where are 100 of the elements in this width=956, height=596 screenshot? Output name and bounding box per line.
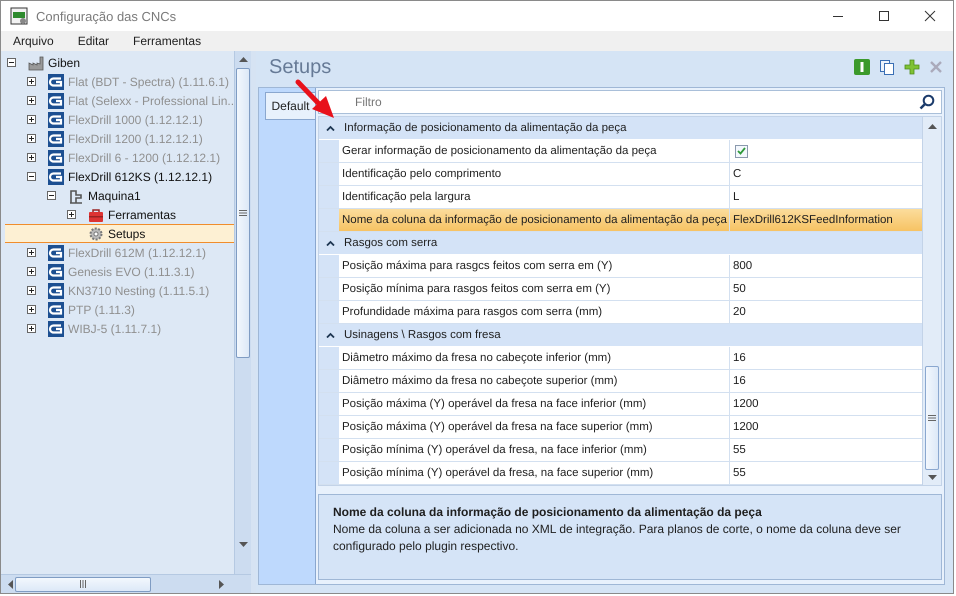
property-value[interactable]: 55 bbox=[730, 462, 922, 484]
machine-logo-icon bbox=[48, 168, 64, 184]
machine-logo-icon bbox=[48, 320, 64, 336]
property-value[interactable]: 1200 bbox=[730, 416, 922, 438]
property-value[interactable]: FlexDrill612KSFeedInformation bbox=[730, 209, 922, 231]
machine-logo-icon bbox=[48, 150, 64, 166]
search-icon[interactable] bbox=[919, 94, 935, 110]
horizontal-scrollbar[interactable] bbox=[1, 574, 251, 593]
expand-toggle[interactable] bbox=[27, 248, 36, 257]
property-value[interactable]: C bbox=[730, 163, 922, 185]
category-header[interactable]: Usinagens \ Rasgos com fresa bbox=[319, 324, 922, 347]
property-value[interactable]: 16 bbox=[730, 347, 922, 369]
category-title: Informação de posicionamento da alimentação da peça bbox=[344, 122, 627, 134]
property-value[interactable]: 16 bbox=[730, 370, 922, 392]
vertical-scrollbar[interactable] bbox=[234, 51, 251, 574]
expand-toggle[interactable] bbox=[67, 210, 76, 219]
property-value[interactable]: 1200 bbox=[730, 393, 922, 415]
property-row[interactable]: Diâmetro máximo da fresa no cabeçote inferior (mm) 16 bbox=[319, 347, 922, 370]
tree-item[interactable]: Ferramentas bbox=[108, 208, 176, 222]
property-row[interactable]: Posição máxima para rasgcs feitos com serra em (Y) 800 bbox=[319, 255, 922, 278]
expand-toggle[interactable] bbox=[27, 153, 36, 162]
property-row[interactable]: Gerar informação de posicionamento da alimentação da peça bbox=[319, 140, 922, 163]
gear-icon bbox=[88, 226, 104, 242]
property-row[interactable]: Diâmetro máximo da fresa no cabeçote superior (mm) 16 bbox=[319, 370, 922, 393]
property-row[interactable]: Posição mínima (Y) operável da fresa, na face inferior (mm) 55 bbox=[319, 439, 922, 462]
property-name: Diâmetro máximo da fresa no cabeçote superior (mm) bbox=[339, 370, 730, 392]
window-title: Configuração das CNCs bbox=[36, 8, 178, 24]
tree-item[interactable]: Setups bbox=[108, 226, 146, 240]
expand-toggle[interactable] bbox=[47, 191, 56, 200]
property-row[interactable]: Identificação pelo comprimento C bbox=[319, 163, 922, 186]
vertical-scrollbar[interactable] bbox=[922, 117, 941, 485]
category-header[interactable]: Informação de posicionamento da alimentação da peça bbox=[319, 117, 922, 140]
machine-logo-icon bbox=[48, 112, 64, 128]
property-row[interactable]: Posição máxima (Y) operável da fresa na face inferior (mm) 1200 bbox=[319, 393, 922, 416]
scroll-up-icon[interactable] bbox=[928, 123, 936, 129]
expand-toggle[interactable] bbox=[27, 172, 36, 181]
property-name: Nome da coluna da informação de posicionamento da alimentação da peça bbox=[339, 209, 730, 231]
checkbox[interactable] bbox=[735, 144, 748, 158]
collapse-toggle[interactable] bbox=[326, 125, 335, 131]
property-value[interactable]: 50 bbox=[730, 278, 922, 300]
checkmark-icon bbox=[737, 147, 746, 155]
description-title: Nome da coluna da informação de posicionamento da alimentação da peça bbox=[333, 505, 763, 519]
selected-tree-row[interactable]: Setups bbox=[5, 224, 234, 243]
menu-item[interactable]: Arquivo bbox=[5, 34, 62, 48]
property-name: Diâmetro máximo da fresa no cabeçote inferior (mm) bbox=[339, 347, 730, 369]
grip-icon bbox=[80, 580, 86, 588]
grip-icon bbox=[928, 415, 936, 421]
info-icon[interactable] bbox=[854, 59, 870, 75]
property-name: Posição mínima (Y) operável da fresa, na face inferior (mm) bbox=[339, 439, 730, 461]
property-row[interactable]: Profundidade máxima para rasgos com serra (mm) 20 bbox=[319, 301, 922, 324]
expand-toggle[interactable] bbox=[27, 134, 36, 143]
search-field[interactable]: Filtro bbox=[318, 90, 942, 114]
menu-item[interactable]: Editar bbox=[70, 34, 118, 48]
machine-logo-icon bbox=[48, 74, 64, 90]
toolbox-icon bbox=[88, 206, 104, 222]
expand-toggle[interactable] bbox=[7, 58, 16, 67]
tab[interactable]: Default bbox=[265, 92, 315, 120]
grip-icon bbox=[239, 210, 247, 216]
property-value[interactable]: 55 bbox=[730, 439, 922, 461]
property-name: Gerar informação de posicionamento da alimentação da peça bbox=[339, 140, 730, 162]
property-name: Profundidade máxima para rasgos com serra (mm) bbox=[339, 301, 730, 323]
menu-item[interactable]: Ferramentas bbox=[125, 34, 210, 48]
tree-item[interactable]: FlexDrill 612KS (1.12.12.1) bbox=[68, 170, 212, 184]
property-row[interactable]: Posição mínima (Y) operável da fresa, na face superior (mm) 55 bbox=[319, 462, 922, 485]
machine-logo-icon bbox=[48, 264, 64, 280]
scroll-left-icon[interactable] bbox=[7, 580, 13, 588]
property-row[interactable]: Nome da coluna da informação de posicionamento da alimentação da peça FlexDrill612KSFeedInformation bbox=[319, 209, 922, 232]
scroll-down-icon[interactable] bbox=[928, 475, 936, 481]
collapse-toggle[interactable] bbox=[326, 332, 335, 338]
close-icon[interactable] bbox=[924, 10, 936, 22]
expand-toggle[interactable] bbox=[27, 267, 36, 276]
expand-toggle[interactable] bbox=[27, 115, 36, 124]
property-name: Posição máxima (Y) operável da fresa na face inferior (mm) bbox=[339, 393, 730, 415]
property-value[interactable]: 800 bbox=[730, 255, 922, 277]
expand-toggle[interactable] bbox=[27, 77, 36, 86]
property-row[interactable]: Posição mínima para rasgos feitos com serra em (Y) 50 bbox=[319, 278, 922, 301]
property-value[interactable]: 20 bbox=[730, 301, 922, 323]
tree-item[interactable]: Giben bbox=[48, 56, 80, 70]
property-name: Identificação pelo comprimento bbox=[339, 163, 730, 185]
tree-item[interactable]: Maquina1 bbox=[88, 188, 141, 202]
maximize-icon[interactable] bbox=[878, 10, 890, 22]
expand-toggle[interactable] bbox=[27, 324, 36, 333]
machine-logo-icon bbox=[48, 130, 64, 146]
scroll-down-icon[interactable] bbox=[238, 542, 248, 548]
factory-icon bbox=[28, 54, 44, 70]
scroll-right-icon[interactable] bbox=[219, 580, 225, 588]
property-row[interactable]: Identificação pela largura L bbox=[319, 186, 922, 209]
copy-icon[interactable] bbox=[879, 59, 895, 75]
machine-logo-icon bbox=[48, 92, 64, 108]
add-icon[interactable] bbox=[904, 59, 920, 75]
property-row[interactable]: Posição máxima (Y) operável da fresa na face superior (mm) 1200 bbox=[319, 416, 922, 439]
scroll-up-icon[interactable] bbox=[238, 56, 248, 62]
machine-icon bbox=[68, 188, 84, 204]
expand-toggle[interactable] bbox=[27, 305, 36, 314]
property-name: Posição máxima para rasgcs feitos com serra em (Y) bbox=[339, 255, 730, 277]
property-value[interactable]: L bbox=[730, 186, 922, 208]
expand-toggle[interactable] bbox=[27, 286, 36, 295]
collapse-toggle[interactable] bbox=[326, 240, 335, 246]
expand-toggle[interactable] bbox=[27, 96, 36, 105]
category-header[interactable]: Rasgos com serra bbox=[319, 232, 922, 255]
